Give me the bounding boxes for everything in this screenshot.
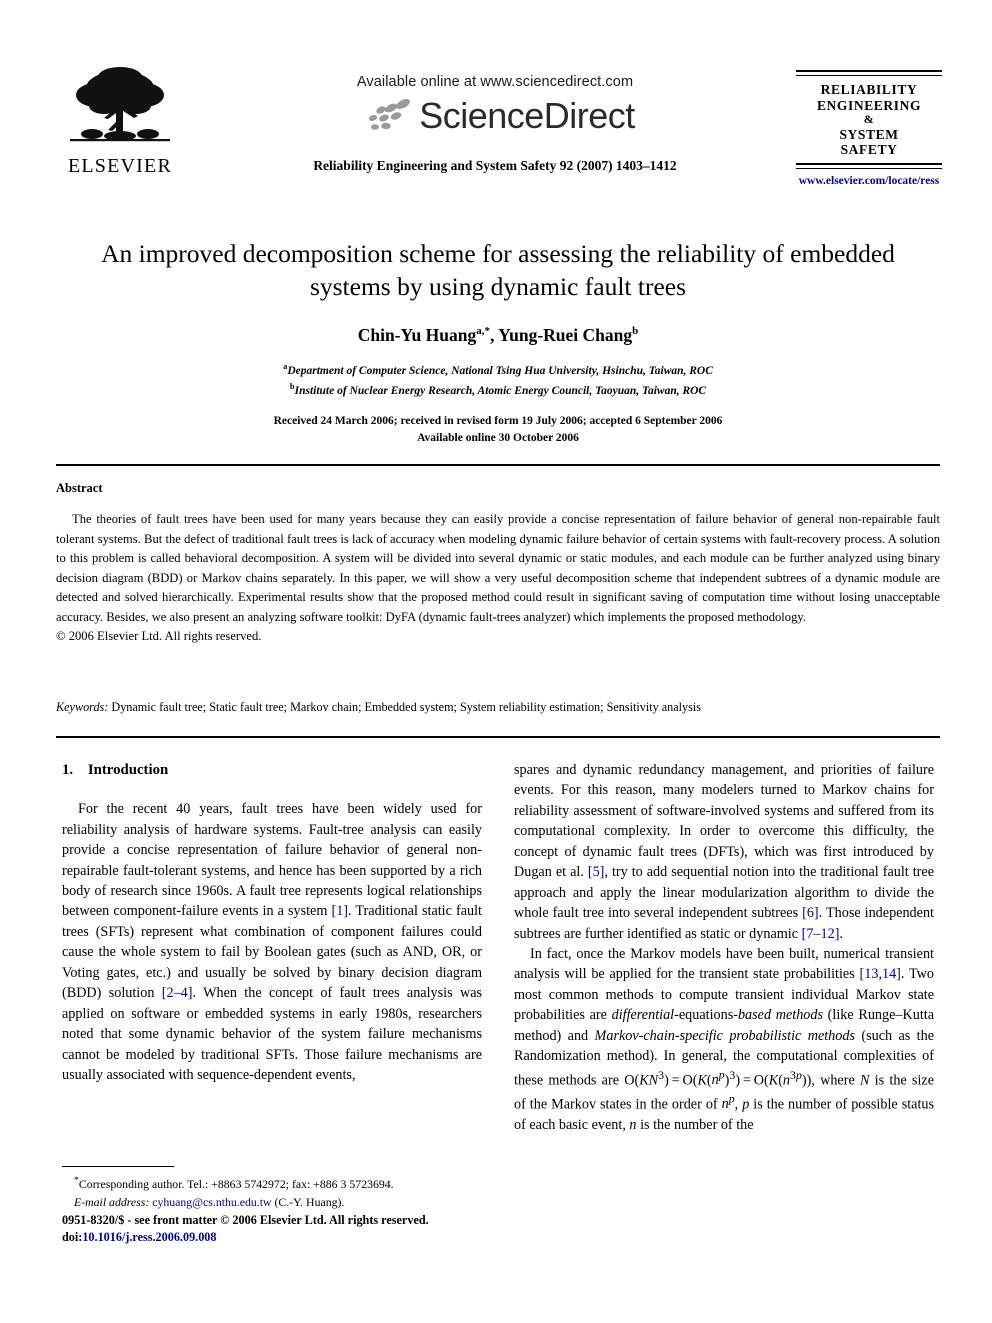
abstract-body: The theories of fault trees have been us…: [56, 512, 940, 624]
title-block: An improved decomposition scheme for ass…: [56, 238, 940, 447]
keywords-values: Dynamic fault tree; Static fault tree; M…: [108, 700, 702, 714]
journal-box-line-4: SYSTEM: [839, 126, 899, 142]
received-date: Received 24 March 2006; received in revi…: [273, 415, 723, 428]
body-column-right: spares and dynamic redundancy management…: [514, 760, 934, 1135]
corresponding-author-footnote: *Corresponding author. Tel.: +8863 57429…: [62, 1166, 482, 1211]
doi-label: doi:: [62, 1229, 83, 1244]
sciencedirect-logo: ScienceDirect: [280, 96, 710, 136]
elsevier-logo: ELSEVIER: [60, 62, 180, 178]
keywords-line: Keywords: Dynamic fault tree; Static fau…: [56, 700, 940, 715]
publication-dates: Received 24 March 2006; received in revi…: [56, 413, 940, 446]
journal-title-box: RELIABILITY ENGINEERING & SYSTEM SAFETY …: [796, 70, 942, 187]
sciencedirect-wordmark: ScienceDirect: [419, 95, 635, 136]
available-online-text: Available online at www.sciencedirect.co…: [356, 74, 634, 90]
journal-box-bottom-rule: [796, 162, 942, 169]
page-title: An improved decomposition scheme for ass…: [101, 239, 895, 301]
footnote-corresponding: *Corresponding author. Tel.: +8863 57429…: [74, 1175, 394, 1191]
affiliation-a: aDepartment of Computer Science, Nationa…: [283, 361, 713, 378]
doi-line: doi:10.1016/j.ress.2006.09.008: [62, 1229, 582, 1246]
paragraph-right-2: In fact, once the Markov models have bee…: [514, 945, 935, 1133]
email-suffix: (C.-Y. Huang).: [271, 1194, 345, 1209]
doi-link[interactable]: 10.1016/j.ress.2006.09.008: [82, 1230, 216, 1244]
body-column-left: 1. Introduction For the recent 40 years,…: [62, 760, 482, 1085]
elsevier-wordmark: ELSEVIER: [67, 155, 173, 177]
section-heading-introduction: 1. Introduction: [62, 762, 169, 778]
journal-box-line-2: ENGINEERING: [816, 97, 922, 113]
email-link[interactable]: cyhuang@cs.nthu.edu.tw: [152, 1195, 271, 1209]
sciencedirect-swoosh-icon: [369, 99, 411, 130]
paragraph-left-1: For the recent 40 years, fault trees hav…: [62, 801, 483, 1083]
abstract-top-divider: [56, 464, 940, 466]
abstract-copyright: © 2006 Elsevier Ltd. All rights reserved…: [56, 629, 262, 644]
sciencedirect-block: Available online at www.sciencedirect.co…: [280, 74, 710, 174]
journal-url-link[interactable]: www.elsevier.com/locate/ress: [796, 175, 942, 187]
journal-box-line-3: &: [863, 112, 875, 127]
elsevier-tree-icon: [70, 67, 170, 142]
paragraph-right-1: spares and dynamic redundancy management…: [514, 762, 934, 942]
email-label: E-mail address:: [74, 1194, 150, 1209]
front-matter-line: 0951-8320/$ - see front matter © 2006 El…: [62, 1213, 429, 1227]
footnote-email: E-mail address: cyhuang@cs.nthu.edu.tw (…: [62, 1194, 482, 1212]
journal-box-line-1: RELIABILITY: [820, 82, 918, 97]
author-list: Chin-Yu Huanga,*, Yung-Ruei Changb: [357, 325, 639, 346]
abstract-heading: Abstract: [56, 481, 103, 495]
paper-page: ELSEVIER Available online at www.science…: [0, 0, 992, 1323]
journal-box-line-5: SAFETY: [840, 142, 898, 158]
available-online-date: Available online 30 October 2006: [417, 431, 579, 444]
imprint-block: 0951-8320/$ - see front matter © 2006 El…: [62, 1212, 582, 1246]
journal-citation: Reliability Engineering and System Safet…: [313, 158, 677, 173]
affiliation-b: bInstitute of Nuclear Energy Research, A…: [289, 380, 707, 397]
journal-box-title: RELIABILITY ENGINEERING & SYSTEM SAFETY: [796, 82, 942, 158]
keywords-bottom-divider: [56, 736, 940, 738]
footnote-divider: [62, 1166, 174, 1167]
affiliations: aDepartment of Computer Science, Nationa…: [56, 360, 940, 399]
journal-box-top-rule: [796, 70, 942, 76]
abstract-section: Abstract The theories of fault trees hav…: [56, 481, 940, 647]
masthead: ELSEVIER Available online at www.science…: [56, 58, 942, 208]
keywords-label: Keywords:: [56, 700, 109, 714]
